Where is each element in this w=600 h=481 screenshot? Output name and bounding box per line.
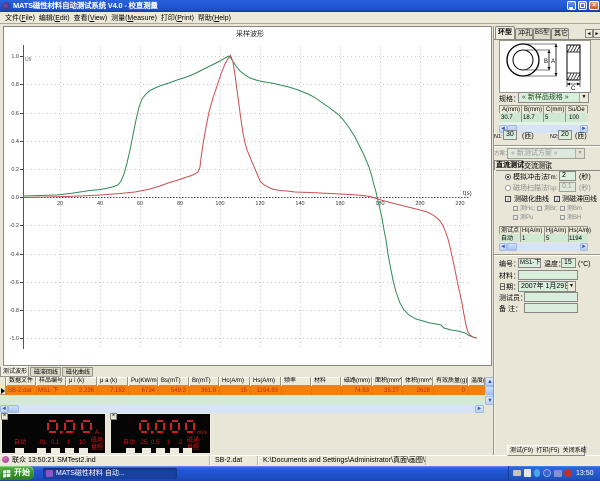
svg-text:220: 220: [455, 201, 464, 207]
svg-text:B: B: [544, 59, 548, 65]
svg-text:20: 20: [57, 201, 63, 207]
svg-text:采样波形: 采样波形: [236, 29, 264, 38]
svg-text:U9: U9: [25, 57, 32, 63]
svg-text:-0.2: -0.2: [10, 223, 19, 229]
svg-text:mVs: mVs: [197, 430, 208, 436]
svg-text:100: 100: [215, 201, 224, 207]
svg-text:0.0: 0.0: [11, 195, 19, 201]
svg-text:120: 120: [255, 201, 264, 207]
svg-text:-1.0: -1.0: [10, 336, 19, 342]
svg-text:0.6: 0.6: [11, 111, 19, 117]
svg-text:180: 180: [375, 201, 384, 207]
svg-text:160: 160: [335, 201, 344, 207]
svg-text:200: 200: [415, 201, 424, 207]
svg-text:-0.6: -0.6: [10, 280, 19, 286]
svg-text:A: A: [95, 430, 99, 436]
svg-text:60: 60: [137, 201, 143, 207]
svg-text:40: 40: [97, 201, 103, 207]
svg-text:-0.8: -0.8: [10, 308, 19, 314]
svg-text:80: 80: [177, 201, 183, 207]
svg-text:A: A: [551, 59, 555, 65]
svg-text:t(s): t(s): [463, 191, 472, 197]
svg-text:0.8: 0.8: [11, 82, 19, 88]
svg-text:1.0: 1.0: [11, 54, 19, 60]
svg-text:-0.4: -0.4: [10, 252, 19, 258]
svg-text:0.2: 0.2: [11, 167, 19, 173]
svg-text:140: 140: [295, 201, 304, 207]
svg-text:0.4: 0.4: [11, 139, 19, 145]
